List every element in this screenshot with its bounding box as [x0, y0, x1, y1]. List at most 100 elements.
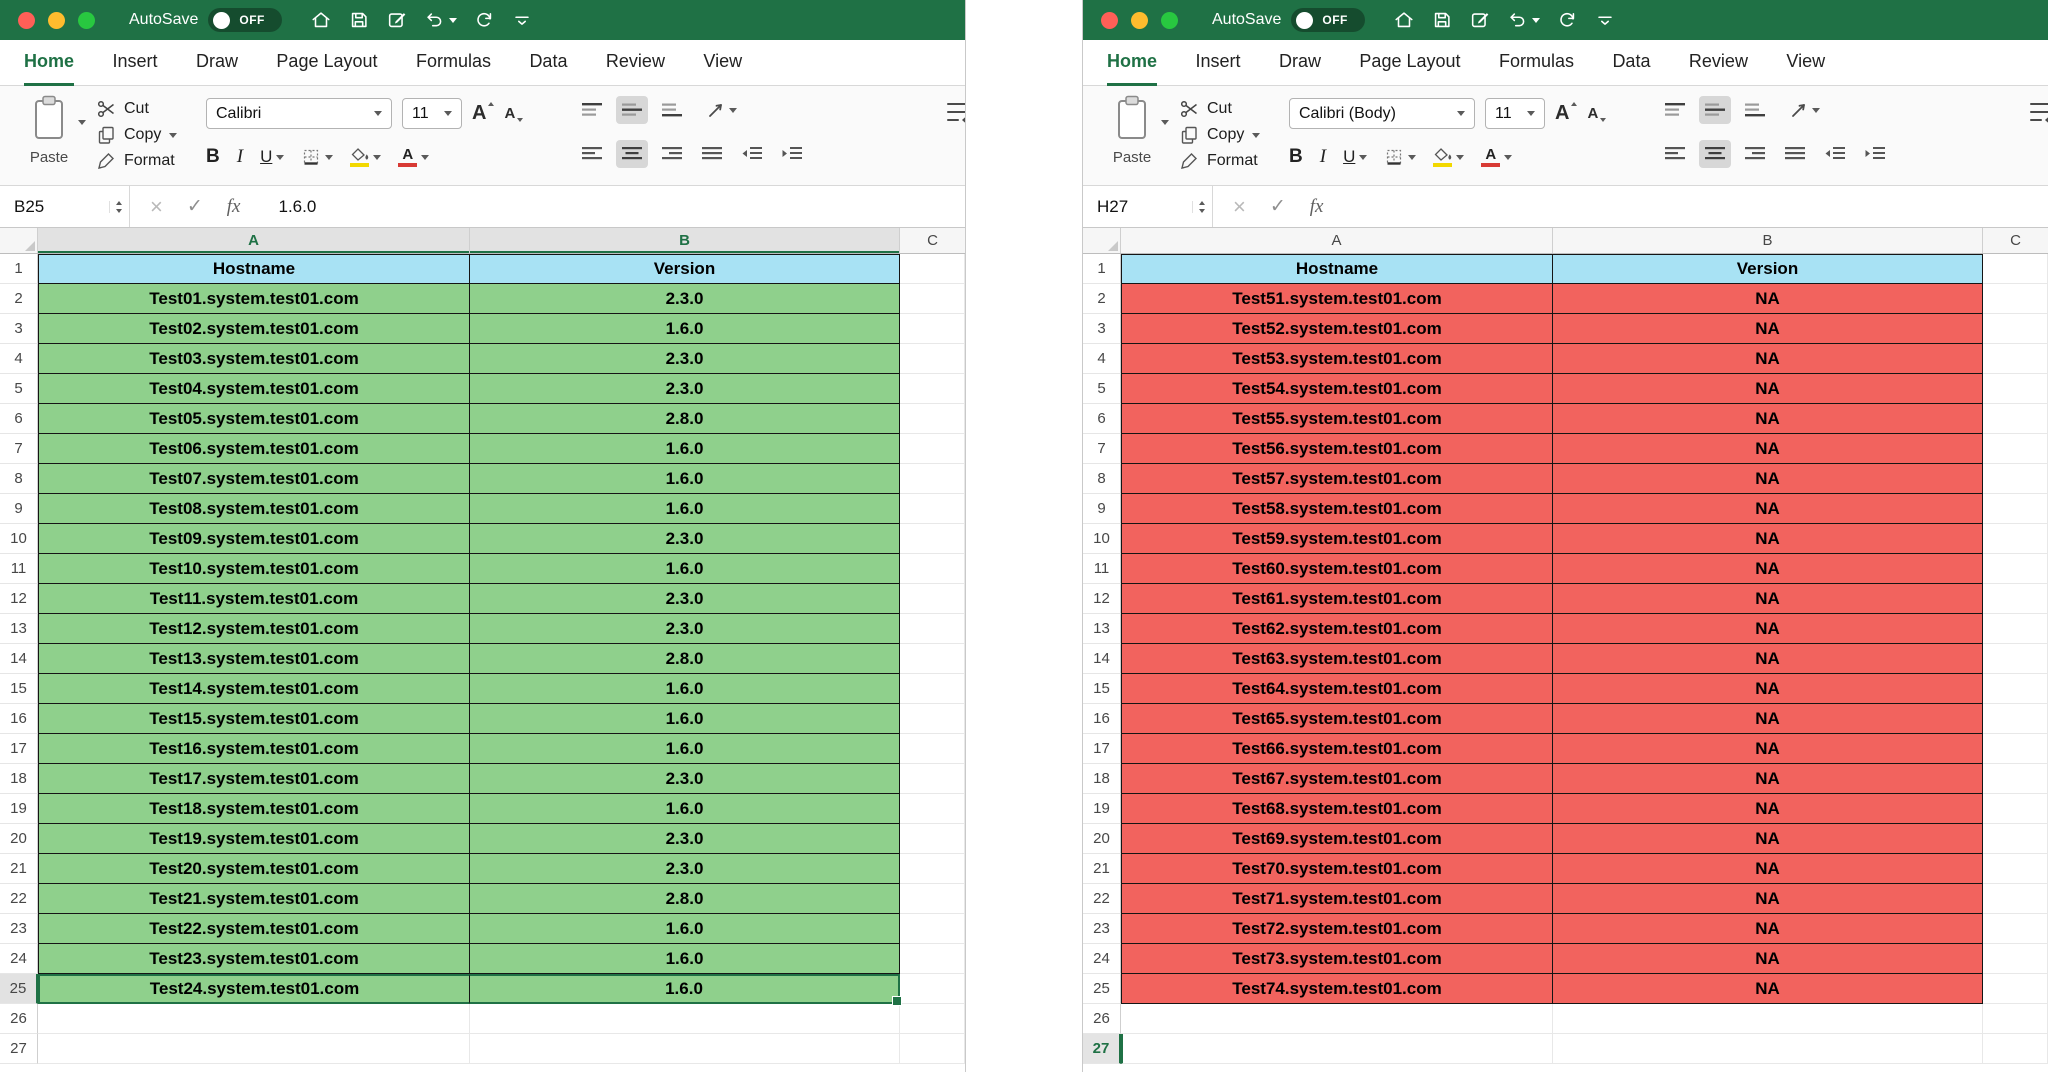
- row-number[interactable]: 6: [1083, 404, 1121, 434]
- version-cell[interactable]: 2.8.0: [470, 644, 900, 674]
- filler-cell[interactable]: [1983, 464, 2048, 494]
- row-number[interactable]: 4: [1083, 344, 1121, 374]
- decrease-indent-icon[interactable]: [1819, 140, 1851, 168]
- version-cell[interactable]: [1553, 1034, 1983, 1064]
- tab-page-layout[interactable]: Page Layout: [276, 40, 377, 83]
- hostname-cell[interactable]: Test08.system.test01.com: [38, 494, 470, 524]
- column-header-a[interactable]: A: [38, 228, 470, 253]
- version-cell[interactable]: NA: [1553, 404, 1983, 434]
- bold-button[interactable]: B: [1289, 146, 1303, 168]
- hostname-cell[interactable]: [38, 1034, 470, 1064]
- hostname-cell[interactable]: Test23.system.test01.com: [38, 944, 470, 974]
- version-cell[interactable]: NA: [1553, 284, 1983, 314]
- hostname-cell[interactable]: Test16.system.test01.com: [38, 734, 470, 764]
- version-cell[interactable]: 2.8.0: [470, 884, 900, 914]
- fullscreen-button[interactable]: [78, 12, 95, 29]
- filler-cell[interactable]: [1983, 374, 2048, 404]
- filler-cell[interactable]: [1983, 794, 2048, 824]
- confirm-entry-icon[interactable]: ✓: [187, 195, 203, 218]
- tab-home[interactable]: Home: [24, 40, 74, 86]
- filler-cell[interactable]: [900, 344, 965, 374]
- align-left-icon[interactable]: [1659, 140, 1691, 168]
- filler-cell[interactable]: [1983, 674, 2048, 704]
- close-button[interactable]: [1101, 12, 1118, 29]
- row-number[interactable]: 7: [1083, 434, 1121, 464]
- tab-review[interactable]: Review: [1689, 40, 1748, 83]
- version-cell[interactable]: 2.3.0: [470, 854, 900, 884]
- align-middle-icon[interactable]: [616, 96, 648, 124]
- hostname-cell[interactable]: Test04.system.test01.com: [38, 374, 470, 404]
- row-number[interactable]: 12: [0, 584, 38, 614]
- version-cell[interactable]: NA: [1553, 614, 1983, 644]
- align-right-icon[interactable]: [1739, 140, 1771, 168]
- row-number[interactable]: 16: [1083, 704, 1121, 734]
- hostname-cell[interactable]: Test03.system.test01.com: [38, 344, 470, 374]
- row-number[interactable]: 18: [0, 764, 38, 794]
- row-number[interactable]: 2: [1083, 284, 1121, 314]
- fill-color-button[interactable]: [350, 148, 381, 167]
- filler-cell[interactable]: [900, 254, 965, 284]
- filler-cell[interactable]: [1983, 824, 2048, 854]
- row-number[interactable]: 15: [1083, 674, 1121, 704]
- filler-cell[interactable]: [1983, 434, 2048, 464]
- hostname-cell[interactable]: Test18.system.test01.com: [38, 794, 470, 824]
- filler-cell[interactable]: [900, 614, 965, 644]
- filler-cell[interactable]: [1983, 524, 2048, 554]
- row-number[interactable]: 26: [0, 1004, 38, 1034]
- undo-dropdown-icon[interactable]: [449, 18, 457, 23]
- insert-function-icon[interactable]: fx: [1310, 196, 1324, 218]
- row-number[interactable]: 5: [0, 374, 38, 404]
- hostname-cell[interactable]: Hostname: [1121, 254, 1553, 284]
- hostname-cell[interactable]: Test05.system.test01.com: [38, 404, 470, 434]
- row-number[interactable]: 2: [0, 284, 38, 314]
- hostname-cell[interactable]: Test15.system.test01.com: [38, 704, 470, 734]
- tab-insert[interactable]: Insert: [1195, 40, 1240, 83]
- column-header-a[interactable]: A: [1121, 228, 1553, 253]
- version-cell[interactable]: 1.6.0: [470, 464, 900, 494]
- name-box[interactable]: B25: [0, 186, 130, 227]
- hostname-cell[interactable]: Test57.system.test01.com: [1121, 464, 1553, 494]
- increase-indent-icon[interactable]: [776, 140, 808, 168]
- confirm-entry-icon[interactable]: ✓: [1270, 195, 1286, 218]
- hostname-cell[interactable]: Hostname: [38, 254, 470, 284]
- version-cell[interactable]: 1.6.0: [470, 674, 900, 704]
- row-number[interactable]: 27: [0, 1034, 38, 1064]
- row-number[interactable]: 27: [1083, 1034, 1121, 1064]
- filler-cell[interactable]: [1983, 344, 2048, 374]
- filler-cell[interactable]: [1983, 764, 2048, 794]
- autosave-toggle[interactable]: OFF: [1291, 8, 1365, 32]
- filler-cell[interactable]: [1983, 734, 2048, 764]
- row-number[interactable]: 25: [1083, 974, 1121, 1004]
- decrease-font-size-button[interactable]: A: [1587, 105, 1606, 122]
- hostname-cell[interactable]: Test09.system.test01.com: [38, 524, 470, 554]
- hostname-cell[interactable]: Test22.system.test01.com: [38, 914, 470, 944]
- hostname-cell[interactable]: Test53.system.test01.com: [1121, 344, 1553, 374]
- hostname-cell[interactable]: Test62.system.test01.com: [1121, 614, 1553, 644]
- version-cell[interactable]: 2.3.0: [470, 764, 900, 794]
- row-number[interactable]: 17: [0, 734, 38, 764]
- text-orientation-button[interactable]: [706, 101, 737, 119]
- undo-button[interactable]: [424, 9, 457, 31]
- version-cell[interactable]: 1.6.0: [470, 434, 900, 464]
- paste-button[interactable]: Paste: [1095, 94, 1169, 166]
- version-cell[interactable]: 2.3.0: [470, 614, 900, 644]
- wrap-text-icon[interactable]: [2029, 100, 2048, 129]
- version-cell[interactable]: 2.3.0: [470, 584, 900, 614]
- cancel-entry-icon[interactable]: ×: [1233, 197, 1246, 217]
- filler-cell[interactable]: [900, 674, 965, 704]
- tab-data[interactable]: Data: [529, 40, 567, 83]
- row-number[interactable]: 5: [1083, 374, 1121, 404]
- filler-cell[interactable]: [1983, 944, 2048, 974]
- row-number[interactable]: 8: [0, 464, 38, 494]
- filler-cell[interactable]: [900, 314, 965, 344]
- align-center-icon[interactable]: [1699, 140, 1731, 168]
- row-number[interactable]: 24: [1083, 944, 1121, 974]
- hostname-cell[interactable]: Test58.system.test01.com: [1121, 494, 1553, 524]
- hostname-cell[interactable]: Test01.system.test01.com: [38, 284, 470, 314]
- align-top-icon[interactable]: [576, 96, 608, 124]
- tab-home[interactable]: Home: [1107, 40, 1157, 86]
- hostname-cell[interactable]: Test66.system.test01.com: [1121, 734, 1553, 764]
- row-number[interactable]: 18: [1083, 764, 1121, 794]
- hostname-cell[interactable]: Test11.system.test01.com: [38, 584, 470, 614]
- format-button[interactable]: Format: [1179, 148, 1260, 174]
